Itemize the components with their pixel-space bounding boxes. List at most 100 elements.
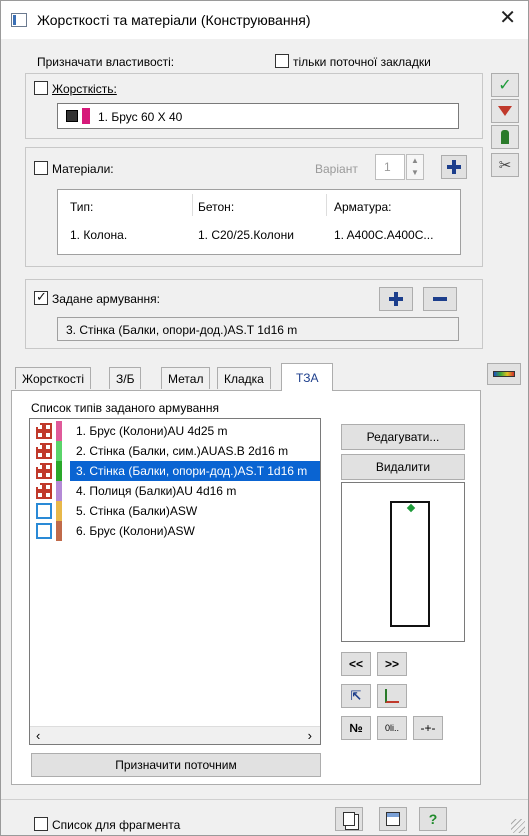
reinforcement-checkbox[interactable] <box>34 289 48 305</box>
scroll-right-icon[interactable]: › <box>308 728 312 743</box>
copy-button[interactable] <box>335 807 363 831</box>
title-bar: Жорсткості та матеріали (Конструювання) … <box>1 1 528 39</box>
list-item-label: 2. Стінка (Балки, сим.)AUAS.B 2d16 m <box>76 444 289 458</box>
copy-icon <box>343 812 355 826</box>
reinforcement-field[interactable]: 3. Стінка (Балки, опори-дод.)AS.T 1d16 m <box>57 317 459 341</box>
horizontal-scrollbar[interactable]: ‹ › <box>30 726 320 744</box>
number-button[interactable]: № <box>341 716 371 740</box>
stirrup-icon <box>36 523 52 539</box>
fragment-list-checkbox[interactable] <box>34 817 48 831</box>
small-options-button[interactable]: 0li.. <box>377 716 407 740</box>
color-swatch <box>56 461 62 481</box>
plusminus-button[interactable]: -+- <box>413 716 443 740</box>
reinforcement-types-list[interactable]: 1. Брус (Колони)AU 4d25 m 2. Стінка (Бал… <box>29 418 321 745</box>
filter-button[interactable] <box>491 99 519 123</box>
pick-button[interactable]: ⇱ <box>341 684 371 708</box>
scroll-left-icon[interactable]: ‹ <box>36 728 40 743</box>
rebar-section-icon <box>36 443 52 459</box>
only-current-tab-checkbox[interactable] <box>275 54 289 68</box>
dialog-window: Жорсткості та матеріали (Конструювання) … <box>0 0 529 836</box>
tza-list-title: Список типів заданого армування <box>31 401 220 415</box>
cut-button[interactable]: ✂ <box>491 153 519 177</box>
plus-icon <box>389 292 403 306</box>
next-button[interactable]: >> <box>377 652 407 676</box>
stiffness-checkbox[interactable] <box>34 81 48 95</box>
rebar-section-icon <box>36 483 52 499</box>
tab-reinforced-concrete[interactable]: З/Б <box>109 367 142 389</box>
add-material-button[interactable] <box>441 155 467 179</box>
sort-icon <box>385 689 399 703</box>
prev-button[interactable]: << <box>341 652 371 676</box>
list-item-label: 6. Брус (Колони)ASW <box>76 524 195 538</box>
stiffness-field[interactable]: 1. Брус 60 X 40 <box>57 103 459 129</box>
filter-icon <box>498 106 512 116</box>
brush-button[interactable] <box>491 125 519 149</box>
list-item[interactable]: 2. Стінка (Балки, сим.)AUAS.B 2d16 m <box>30 441 320 461</box>
color-swatch <box>56 521 62 541</box>
list-item-selected[interactable]: 3. Стінка (Балки, опори-дод.)AS.T 1d16 m <box>30 461 320 481</box>
color-bar-icon <box>493 371 515 377</box>
materials-label: Матеріали: <box>52 162 114 176</box>
help-button[interactable]: ? <box>419 807 447 831</box>
assign-properties-label: Призначати властивості: <box>37 55 175 69</box>
resize-grip-icon[interactable] <box>511 819 525 833</box>
beam-section-shape <box>390 501 430 627</box>
list-item[interactable]: 1. Брус (Колони)AU 4d25 m <box>30 421 320 441</box>
variant-label: Варіант <box>315 162 358 176</box>
plus-icon <box>447 160 461 174</box>
apply-button[interactable]: ✓ <box>491 73 519 97</box>
materials-cell-type[interactable]: 1. Колона. <box>70 228 127 242</box>
stiffness-color-swatch <box>82 108 90 124</box>
stirrup-icon <box>36 503 52 519</box>
color-legend-button[interactable] <box>487 363 521 385</box>
materials-checkbox[interactable] <box>34 161 48 175</box>
minus-icon <box>433 297 447 301</box>
only-current-tab-label: тільки поточної закладки <box>293 55 431 69</box>
assign-current-button[interactable]: Призначити поточним <box>31 753 321 777</box>
tab-masonry[interactable]: Кладка <box>217 367 271 389</box>
list-item[interactable]: 5. Стінка (Балки)ASW <box>30 501 320 521</box>
window-title: Жорсткості та матеріали (Конструювання) <box>37 12 311 28</box>
close-button[interactable]: ✕ <box>499 7 516 29</box>
list-item-label: 1. Брус (Колони)AU 4d25 m <box>76 424 228 438</box>
stiffness-label: Жорсткість: <box>52 82 117 96</box>
rebar-marker <box>406 503 416 513</box>
list-item[interactable]: 6. Брус (Колони)ASW <box>30 521 320 541</box>
tab-metal[interactable]: Метал <box>161 367 211 389</box>
rebar-section-icon <box>36 463 52 479</box>
remove-reinforcement-button[interactable] <box>423 287 457 311</box>
list-item[interactable]: 4. Полиця (Балки)AU 4d16 m <box>30 481 320 501</box>
materials-cell-concrete[interactable]: 1. C20/25.Колони <box>198 228 294 242</box>
table-icon <box>386 812 400 826</box>
brush-icon <box>501 130 509 144</box>
checkmark-icon: ✓ <box>498 77 512 94</box>
sort-button[interactable] <box>377 684 407 708</box>
variant-input[interactable]: 1 <box>375 154 405 180</box>
color-swatch <box>56 421 62 441</box>
rebar-section-icon <box>36 423 52 439</box>
color-swatch <box>56 501 62 521</box>
materials-col-concrete: Бетон: <box>198 200 235 214</box>
tab-tza[interactable]: ТЗА <box>281 363 334 391</box>
variant-spinner[interactable]: ▲ ▼ <box>406 154 424 180</box>
tab-stiffness[interactable]: Жорсткості <box>15 367 92 389</box>
variant-value: 1 <box>384 160 391 174</box>
materials-col-rebar: Арматура: <box>334 200 392 214</box>
materials-table: Тип: Бетон: Арматура: 1. Колона. 1. C20/… <box>57 189 461 255</box>
color-swatch <box>56 481 62 501</box>
list-item-label: 3. Стінка (Балки, опори-дод.)AS.T 1d16 m <box>70 461 320 481</box>
edit-button[interactable]: Редагувати... <box>341 424 465 450</box>
color-swatch <box>56 441 62 461</box>
list-item-label: 5. Стінка (Балки)ASW <box>76 504 198 518</box>
materials-cell-rebar[interactable]: 1. A400C.A400C... <box>334 228 433 242</box>
window-icon <box>11 13 27 27</box>
delete-button[interactable]: Видалити <box>341 454 465 480</box>
table-button[interactable] <box>379 807 407 831</box>
materials-col-type: Тип: <box>70 200 94 214</box>
cursor-pick-icon: ⇱ <box>350 688 362 703</box>
fragment-list-label: Список для фрагмента <box>52 818 181 832</box>
add-reinforcement-button[interactable] <box>379 287 413 311</box>
reinforcement-value: 3. Стінка (Балки, опори-дод.)AS.T 1d16 m <box>66 323 298 337</box>
reinforcement-label: Задане армування: <box>52 292 160 306</box>
section-preview <box>341 482 465 642</box>
